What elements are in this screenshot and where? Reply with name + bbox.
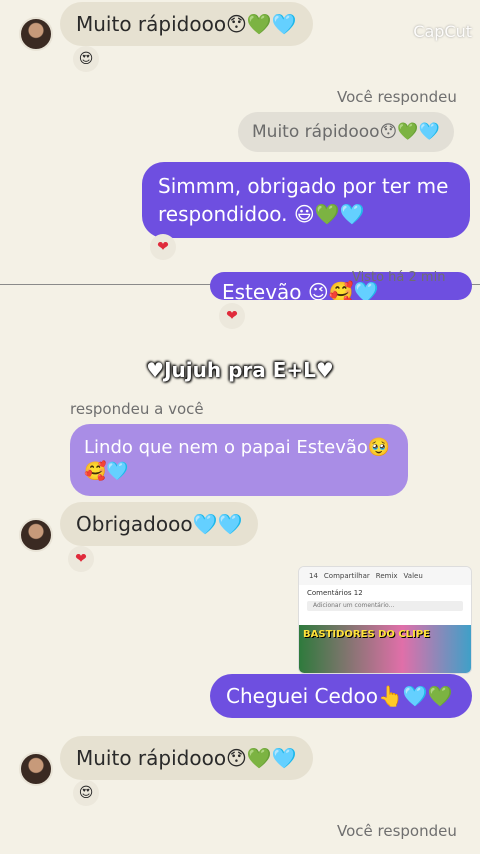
post-thumbnail: BASTIDORES DO CLIPE (299, 625, 471, 673)
remix-label: Remix (375, 572, 398, 580)
comments-label: Comentários (307, 589, 352, 597)
outgoing-message[interactable]: Cheguei Cedoo👆🩵💚 (210, 674, 472, 718)
share-label: Compartilhar (323, 572, 370, 580)
thumbnail-caption: BASTIDORES DO CLIPE (303, 629, 430, 640)
reaction-heart-eyes[interactable]: 😍 (73, 46, 99, 72)
add-comment-field: Adicionar um comentário... (307, 601, 463, 611)
message-bubble[interactable]: Obrigadooo🩵🩵 (60, 502, 259, 546)
reply-label: Você respondeu (337, 88, 457, 106)
reaction-heart[interactable]: ❤ (150, 234, 176, 260)
comments-header: Comentários 12 (299, 585, 471, 601)
post-action-bar: 14 Compartilhar Remix Valeu (299, 567, 471, 585)
reply-label: respondeu a você (70, 400, 204, 418)
message-bubble[interactable]: Muito rápidooo😯💚🩵 (60, 2, 313, 46)
reaction-heart[interactable]: ❤ (219, 303, 245, 329)
reaction-heart-eyes[interactable]: 😍 (73, 780, 99, 806)
comments-count: 12 (353, 589, 363, 597)
avatar[interactable] (19, 518, 53, 552)
video-overlay-title: ♥Jujuh pra E+L♥ (146, 358, 334, 382)
avatar[interactable] (19, 752, 53, 786)
reply-label: Você respondeu (337, 822, 457, 840)
shared-post-preview[interactable]: 14 Compartilhar Remix Valeu Comentários … (298, 566, 472, 674)
seen-status: Visto há 2 min (352, 270, 446, 285)
likes-count: 14 (309, 572, 318, 580)
save-label: Valeu (403, 572, 423, 580)
quoted-message[interactable]: Muito rápidooo😯💚🩵 (238, 112, 454, 152)
capcut-watermark: CapCut (413, 22, 472, 41)
outgoing-message[interactable]: Simmm, obrigado por ter me respondidoo. … (142, 162, 470, 238)
message-bubble[interactable]: Muito rápidooo😯💚🩵 (60, 736, 313, 780)
quoted-message[interactable]: Lindo que nem o papai Estevão🥹🥰🩵 (70, 424, 408, 496)
avatar[interactable] (19, 17, 53, 51)
reaction-heart[interactable]: ❤ (68, 546, 94, 572)
